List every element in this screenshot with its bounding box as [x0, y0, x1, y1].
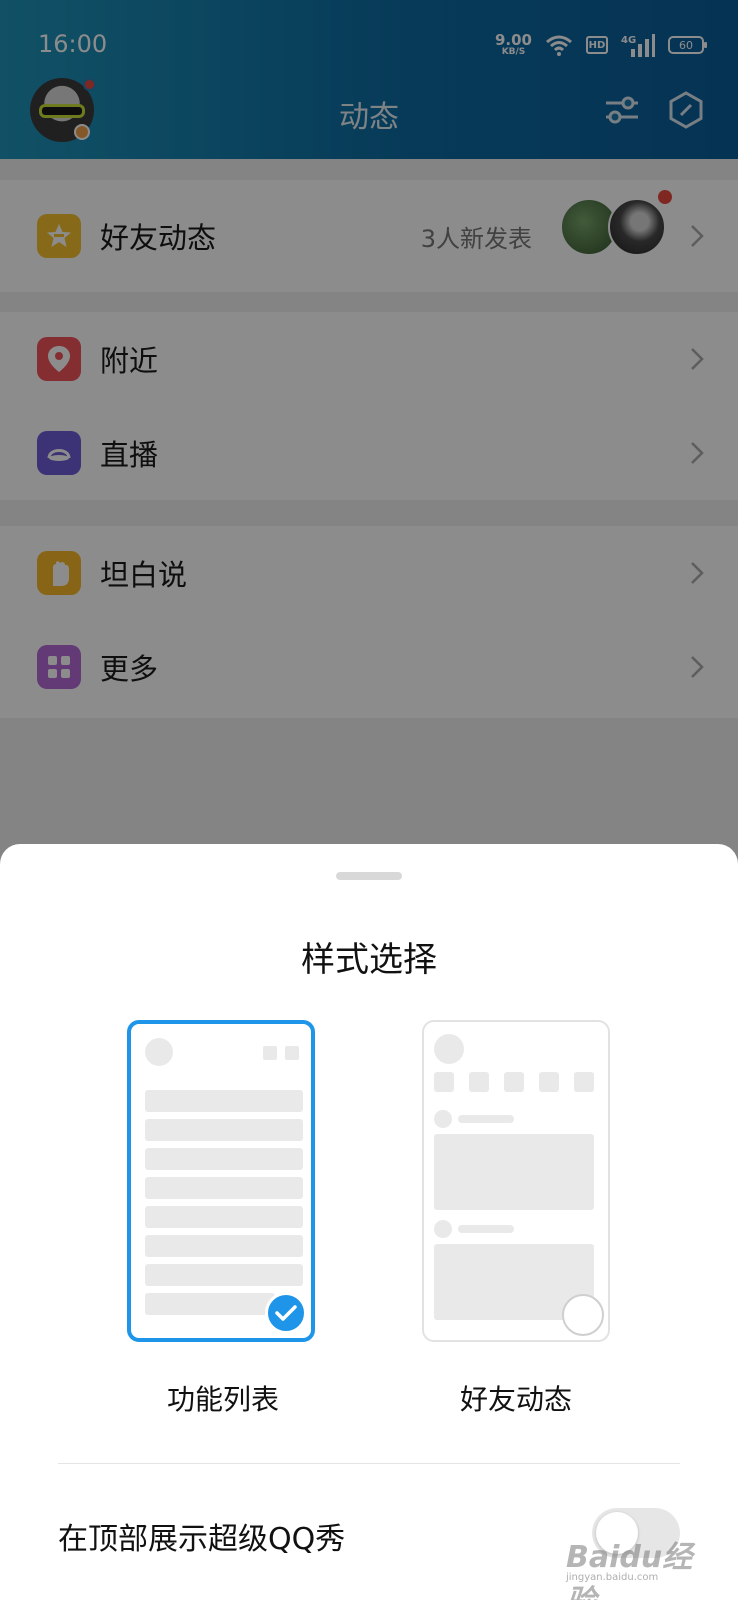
preview-avatar: [434, 1220, 452, 1238]
style-picker-sheet: 样式选择 功能列表 好友动态 在顶部展示超级QQ秀 Baidu经 jingyan…: [0, 844, 738, 1600]
preview-row: [145, 1206, 303, 1228]
preview-row: [145, 1235, 303, 1257]
preview-post: [434, 1134, 594, 1210]
watermark-text: Baidu经验: [566, 1540, 693, 1600]
checkmark-icon: [265, 1292, 307, 1334]
preview-avatar: [434, 1034, 464, 1064]
preview-icon: [285, 1046, 299, 1060]
preview-row: [145, 1148, 303, 1170]
style-option-label: 功能列表: [166, 1383, 279, 1416]
preview-line: [458, 1115, 514, 1123]
preview-row: [145, 1293, 275, 1315]
preview-row: [145, 1264, 303, 1286]
preview-icon: [263, 1046, 277, 1060]
preview-avatar: [434, 1110, 452, 1128]
style-option-label: 好友动态: [459, 1383, 572, 1416]
radio-unselected-icon: [562, 1294, 604, 1336]
style-option-function-list[interactable]: [127, 1020, 315, 1342]
baidu-watermark: Baidu经验 jingyan.baidu.com: [566, 1532, 716, 1600]
super-qq-show-label: 在顶部展示超级QQ秀: [58, 1522, 346, 1557]
watermark-url: jingyan.baidu.com: [566, 1572, 659, 1583]
sheet-title: 样式选择: [301, 940, 437, 980]
preview-icon: [469, 1072, 489, 1092]
preview-row: [145, 1090, 303, 1112]
preview-icon: [504, 1072, 524, 1092]
preview-row: [145, 1119, 303, 1141]
preview-icon: [574, 1072, 594, 1092]
style-option-friend-feed[interactable]: [422, 1020, 610, 1342]
preview-avatar: [145, 1038, 173, 1066]
preview-icon: [434, 1072, 454, 1092]
drag-handle[interactable]: [336, 872, 402, 880]
divider: [58, 1463, 680, 1464]
preview-icon: [539, 1072, 559, 1092]
preview-row: [145, 1177, 303, 1199]
preview-line: [458, 1225, 514, 1233]
